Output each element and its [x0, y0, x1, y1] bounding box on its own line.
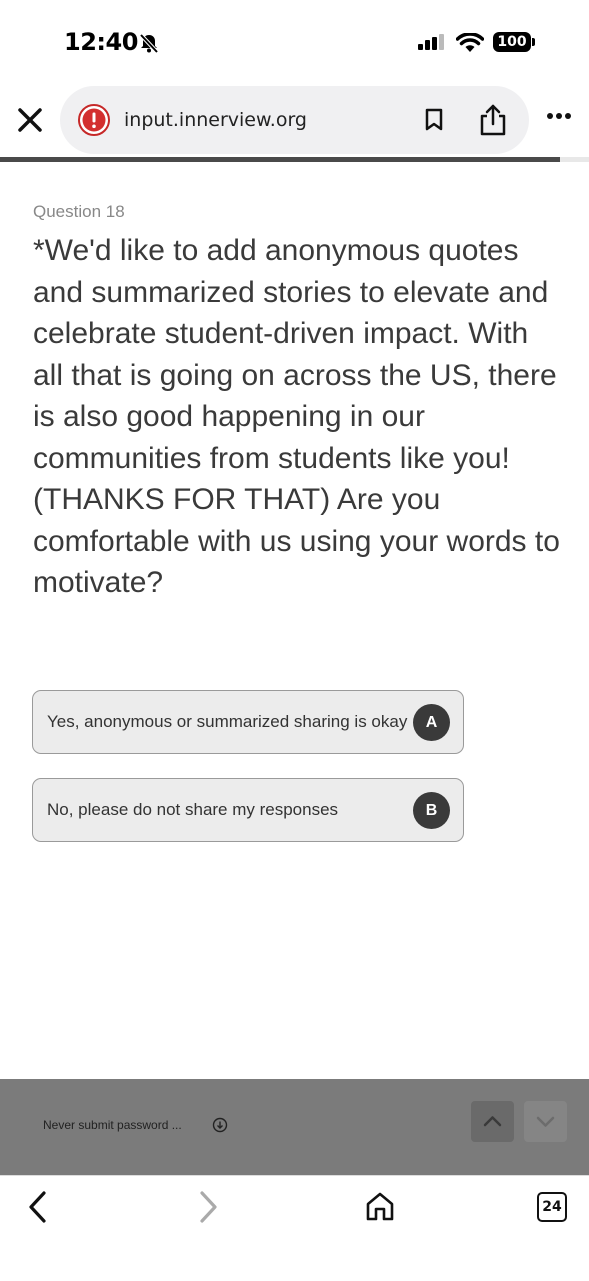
status-time: 12:40	[64, 28, 138, 56]
battery-tip	[532, 38, 535, 46]
wifi-icon	[456, 33, 484, 52]
share-icon[interactable]	[478, 103, 508, 137]
choice-key-badge: A	[413, 704, 450, 741]
choice-label: No, please do not share my responses	[47, 800, 339, 819]
forward-arrow-icon[interactable]	[194, 1190, 222, 1224]
question-text: *We'd like to add anonymous quotes and s…	[33, 234, 560, 599]
question-number: Question 18	[33, 202, 125, 221]
page-progress-track	[560, 157, 589, 162]
security-warning-icon[interactable]	[78, 104, 110, 136]
choice-label: Yes, anonymous or summarized sharing is …	[47, 712, 408, 731]
tab-count-button[interactable]: 24	[537, 1192, 567, 1222]
choice-option-a[interactable]: Yes, anonymous or summarized sharing is …	[32, 690, 464, 754]
form-footer: Never submit password ...	[0, 1079, 589, 1175]
browser-bottom-bar: 24	[0, 1175, 589, 1281]
previous-question-button[interactable]	[471, 1101, 514, 1142]
close-icon[interactable]	[14, 104, 46, 136]
bookmark-icon[interactable]	[423, 108, 445, 132]
back-arrow-icon[interactable]	[24, 1190, 52, 1224]
cellular-signal-icon	[418, 34, 444, 50]
password-warning-text: Never submit password ...	[43, 1118, 182, 1132]
home-icon[interactable]	[364, 1190, 396, 1222]
more-options-icon[interactable]	[546, 112, 572, 120]
next-question-button[interactable]	[524, 1101, 567, 1142]
battery-indicator: 100	[493, 32, 531, 52]
choice-option-b[interactable]: No, please do not share my responses B	[32, 778, 464, 842]
url-text[interactable]: input.innerview.org	[124, 109, 307, 131]
bell-muted-icon	[139, 33, 159, 54]
chevron-down-icon	[536, 1116, 555, 1127]
page-progress-bar	[0, 157, 560, 162]
address-bar[interactable]: input.innerview.org	[60, 86, 529, 154]
chevron-up-icon	[483, 1116, 502, 1127]
status-bar: 12:40 100	[0, 0, 589, 80]
choice-key-badge: B	[413, 792, 450, 829]
info-arrow-icon[interactable]	[212, 1117, 228, 1133]
